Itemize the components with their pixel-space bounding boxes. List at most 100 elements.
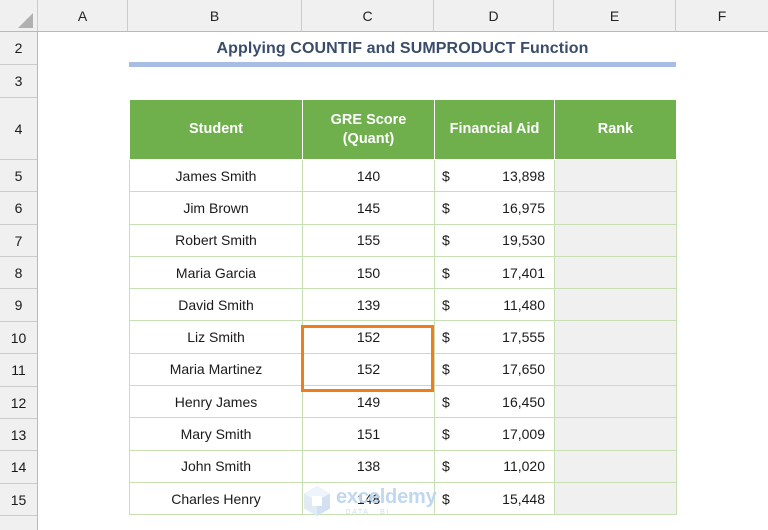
financial-aid-value: 17,555 <box>502 329 545 346</box>
column-header-rank[interactable]: Rank <box>554 99 677 160</box>
currency-symbol: $ <box>442 426 450 443</box>
table-row[interactable]: Mary Smith 151 $17,009 <box>129 417 677 451</box>
cell-gre-score[interactable]: 139 <box>302 288 435 322</box>
table-row[interactable]: Liz Smith 152 $17,555 <box>129 320 677 354</box>
row-header-4[interactable]: 4 <box>0 98 37 160</box>
cell-student-name[interactable]: Jim Brown <box>129 191 303 225</box>
cell-gre-score[interactable]: 148 <box>302 481 435 516</box>
row-header-8[interactable]: 8 <box>0 257 37 289</box>
column-header-a[interactable]: A <box>38 0 128 31</box>
financial-aid-value: 16,975 <box>502 199 545 216</box>
table-row[interactable]: Henry James 149 $16,450 <box>129 385 677 419</box>
financial-aid-value: 11,020 <box>503 458 545 475</box>
cell-rank[interactable] <box>554 417 677 451</box>
cell-rank[interactable] <box>554 191 677 225</box>
cell-financial-aid[interactable]: $17,009 <box>434 417 555 451</box>
cell-gre-score[interactable]: 151 <box>302 417 435 451</box>
row-header-12[interactable]: 12 <box>0 387 37 419</box>
row-header-column: 2 3 4 5 6 7 8 9 10 11 12 13 14 15 <box>0 32 38 530</box>
financial-aid-value: 13,898 <box>502 167 545 184</box>
table-row[interactable]: Jim Brown 145 $16,975 <box>129 191 677 225</box>
cell-rank[interactable] <box>554 288 677 322</box>
column-header-student[interactable]: Student <box>129 99 303 160</box>
cell-gre-score[interactable]: 149 <box>302 385 435 419</box>
table-row[interactable]: John Smith 138 $11,020 <box>129 449 677 483</box>
table-row[interactable]: Charles Henry 148 $15,448 <box>129 481 677 516</box>
column-header-gre-score[interactable]: GRE Score (Quant) <box>302 99 435 160</box>
cell-gre-score[interactable]: 145 <box>302 191 435 225</box>
cell-rank[interactable] <box>554 481 677 516</box>
cell-rank[interactable] <box>554 255 677 290</box>
cell-student-name[interactable]: Maria Martinez <box>129 352 303 387</box>
cell-student-name[interactable]: John Smith <box>129 449 303 483</box>
gre-header-line2: (Quant) <box>342 130 395 147</box>
cell-student-name[interactable]: Robert Smith <box>129 223 303 257</box>
row-header-15[interactable]: 15 <box>0 484 37 516</box>
cell-gre-score[interactable]: 152 <box>302 320 435 354</box>
row-header-14[interactable]: 14 <box>0 451 37 484</box>
row-header-5[interactable]: 5 <box>0 160 37 192</box>
column-header-f[interactable]: F <box>676 0 768 31</box>
financial-aid-value: 11,480 <box>503 296 545 313</box>
row-header-9[interactable]: 9 <box>0 289 37 322</box>
cell-student-name[interactable]: Henry James <box>129 385 303 419</box>
cell-financial-aid[interactable]: $11,480 <box>434 288 555 322</box>
financial-aid-value: 17,401 <box>502 264 545 281</box>
cell-financial-aid[interactable]: $17,555 <box>434 320 555 354</box>
table-row[interactable]: Robert Smith 155 $19,530 <box>129 223 677 257</box>
spreadsheet-canvas: A B C D E F 2 3 4 5 6 7 8 9 10 11 12 13 … <box>0 0 768 530</box>
currency-symbol: $ <box>442 329 450 346</box>
cell-gre-score[interactable]: 150 <box>302 255 435 290</box>
column-header-financial-aid[interactable]: Financial Aid <box>434 99 555 160</box>
select-all-button[interactable] <box>0 0 38 31</box>
cell-student-name[interactable]: James Smith <box>129 158 303 193</box>
page-title: Applying COUNTIF and SUMPRODUCT Function <box>216 40 589 57</box>
cell-financial-aid[interactable]: $15,448 <box>434 481 555 516</box>
cell-gre-score[interactable]: 152 <box>302 352 435 387</box>
currency-symbol: $ <box>442 361 450 378</box>
column-header-c[interactable]: C <box>302 0 434 31</box>
cell-financial-aid[interactable]: $17,650 <box>434 352 555 387</box>
cell-student-name[interactable]: Liz Smith <box>129 320 303 354</box>
row-header-6[interactable]: 6 <box>0 192 37 225</box>
cell-rank[interactable] <box>554 449 677 483</box>
table-row[interactable]: James Smith 140 $13,898 <box>129 158 677 193</box>
cell-gre-score[interactable]: 138 <box>302 449 435 483</box>
financial-aid-value: 19,530 <box>502 232 545 249</box>
cell-student-name[interactable]: Maria Garcia <box>129 255 303 290</box>
cell-rank[interactable] <box>554 158 677 193</box>
column-header-b[interactable]: B <box>128 0 302 31</box>
cell-financial-aid[interactable]: $19,530 <box>434 223 555 257</box>
table-row[interactable]: David Smith 139 $11,480 <box>129 288 677 322</box>
cell-student-name[interactable]: Mary Smith <box>129 417 303 451</box>
cell-financial-aid[interactable]: $16,975 <box>434 191 555 225</box>
cell-financial-aid[interactable]: $13,898 <box>434 158 555 193</box>
currency-symbol: $ <box>442 232 450 249</box>
table-header-row: Student GRE Score (Quant) Financial Aid … <box>129 99 677 160</box>
table-row[interactable]: Maria Martinez 152 $17,650 <box>129 352 677 387</box>
cell-rank[interactable] <box>554 352 677 387</box>
cell-financial-aid[interactable]: $16,450 <box>434 385 555 419</box>
row-header-13[interactable]: 13 <box>0 419 37 451</box>
cell-gre-score[interactable]: 155 <box>302 223 435 257</box>
cell-financial-aid[interactable]: $17,401 <box>434 255 555 290</box>
cell-rank[interactable] <box>554 320 677 354</box>
column-header-e[interactable]: E <box>554 0 676 31</box>
cell-gre-score[interactable]: 140 <box>302 158 435 193</box>
financial-aid-value: 17,650 <box>502 361 545 378</box>
currency-symbol: $ <box>442 167 450 184</box>
table-row[interactable]: Maria Garcia 150 $17,401 <box>129 255 677 290</box>
column-header-d[interactable]: D <box>434 0 554 31</box>
row-header-2[interactable]: 2 <box>0 32 37 65</box>
cell-financial-aid[interactable]: $11,020 <box>434 449 555 483</box>
select-all-corner-icon <box>18 13 33 28</box>
cell-student-name[interactable]: David Smith <box>129 288 303 322</box>
row-header-10[interactable]: 10 <box>0 322 37 354</box>
row-header-3[interactable]: 3 <box>0 65 37 98</box>
financial-aid-value: 17,009 <box>502 426 545 443</box>
cell-rank[interactable] <box>554 223 677 257</box>
row-header-7[interactable]: 7 <box>0 225 37 257</box>
cell-student-name[interactable]: Charles Henry <box>129 481 303 516</box>
row-header-11[interactable]: 11 <box>0 354 37 387</box>
cell-rank[interactable] <box>554 385 677 419</box>
